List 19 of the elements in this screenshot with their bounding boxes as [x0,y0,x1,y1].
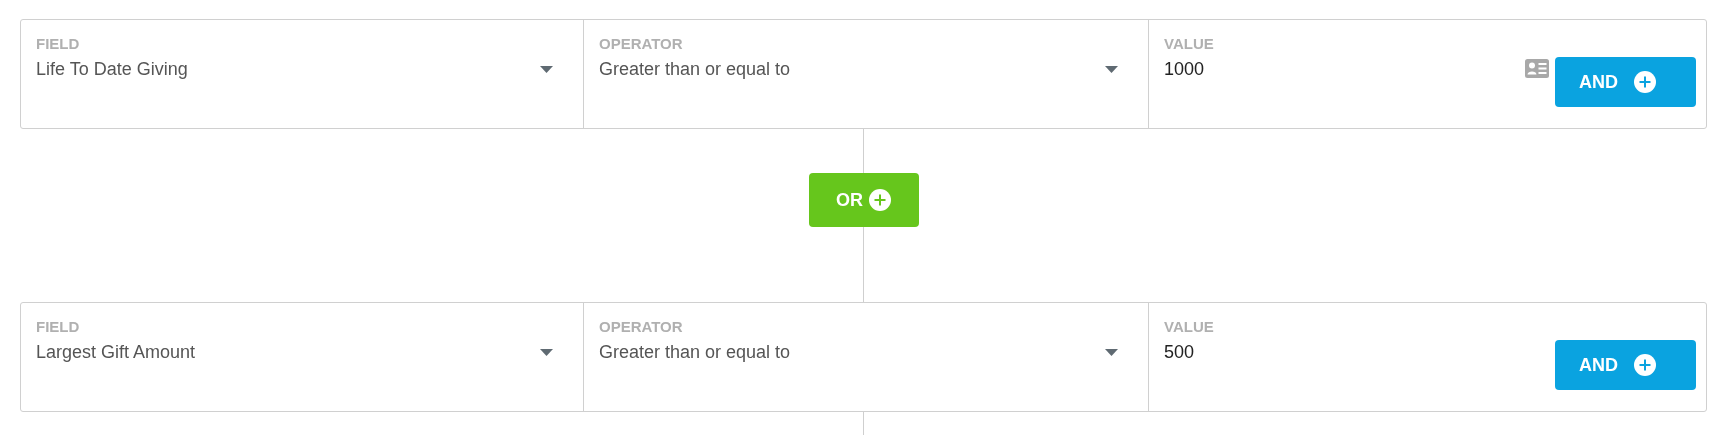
operator-dropdown[interactable]: Greater than or equal to [599,58,1118,80]
plus-icon [869,189,891,211]
dropdown-caret-icon[interactable] [1105,348,1118,356]
column-label: FIELD [36,318,81,336]
dropdown-caret-icon[interactable] [540,348,553,356]
column-label: VALUE [1164,318,1215,336]
column-label: OPERATOR [599,35,684,53]
value-field[interactable]: 500 [1164,341,1555,363]
column-label: VALUE [1164,35,1215,53]
dropdown-caret-icon[interactable] [1105,65,1118,73]
column-label: FIELD [36,35,81,53]
dropdown-caret-icon[interactable] [540,65,553,73]
operator-dropdown[interactable]: Greater than or equal to [599,341,1118,363]
plus-icon [1634,71,1656,93]
plus-icon [1634,354,1656,376]
field-dropdown[interactable]: Life To Date Giving [36,58,553,80]
column-label: OPERATOR [599,318,684,336]
field-dropdown[interactable]: Largest Gift Amount [36,341,553,363]
value-field[interactable]: 1000 [1164,58,1525,80]
